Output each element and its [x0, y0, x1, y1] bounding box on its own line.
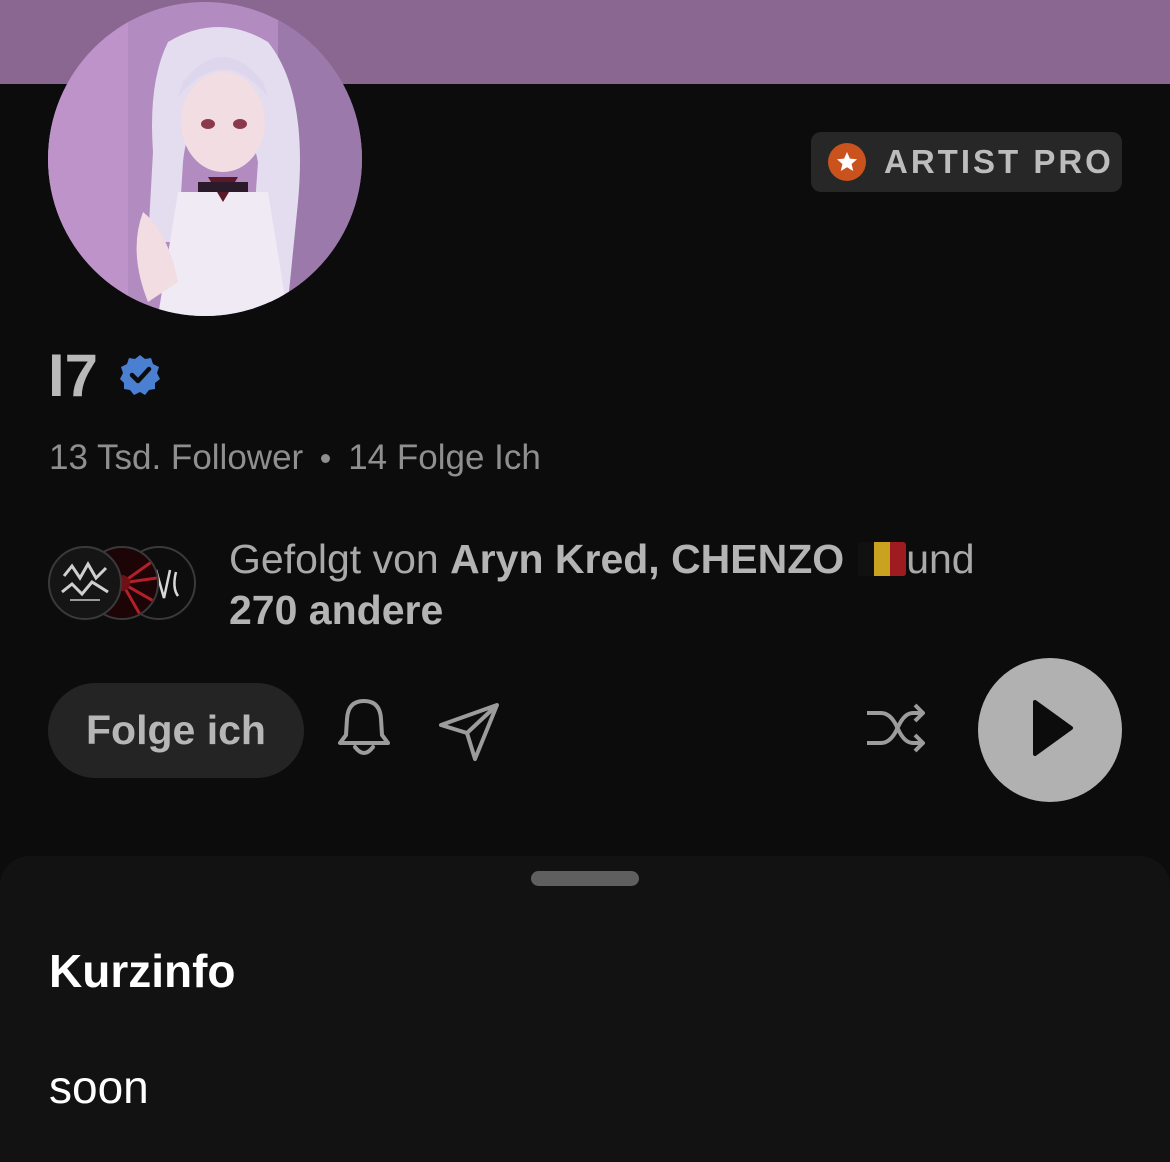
follower-avatar-aryn-kred: [48, 546, 122, 620]
follow-button[interactable]: Folge ich: [48, 683, 304, 778]
share-button[interactable]: [436, 700, 502, 766]
followed-by-others: 270 andere: [229, 587, 444, 633]
avatar-artwork: [48, 2, 362, 316]
belgium-flag-icon: [858, 542, 907, 576]
info-sheet[interactable]: Kurzinfo soon: [0, 856, 1170, 1162]
verified-icon: [118, 353, 162, 397]
sheet-body-text: soon: [49, 1061, 149, 1113]
profile-stats: 13 Tsd. Follower 14 Folge Ich: [49, 438, 541, 478]
followed-by-connector: und: [906, 536, 975, 582]
followed-by-text[interactable]: Gefolgt von Aryn Kred, CHENZO und 270 ande…: [229, 534, 1109, 636]
profile-avatar[interactable]: [48, 2, 362, 316]
star-icon: [828, 143, 866, 181]
artist-name: I7: [48, 342, 99, 409]
share-icon: [437, 699, 501, 768]
followers-count[interactable]: 13 Tsd. Follower: [49, 438, 303, 478]
play-icon: [1025, 698, 1075, 763]
badge-label: ARTIST PRO: [884, 143, 1114, 180]
sheet-drag-handle[interactable]: [531, 871, 639, 886]
sheet-title: Kurzinfo: [49, 945, 236, 997]
followed-by-prefix: Gefolgt von: [229, 536, 451, 582]
play-button[interactable]: [978, 658, 1122, 802]
followed-by-names: Aryn Kred, CHENZO: [450, 536, 845, 582]
artist-pro-badge: ARTIST PRO: [811, 132, 1122, 192]
separator-dot: [321, 453, 331, 463]
shuffle-button[interactable]: [864, 703, 928, 758]
mutual-followers-avatars[interactable]: [48, 546, 196, 620]
following-count[interactable]: 14 Folge Ich: [348, 438, 541, 478]
bell-icon: [336, 697, 392, 764]
notification-button[interactable]: [334, 698, 394, 762]
shuffle-icon: [865, 703, 927, 758]
